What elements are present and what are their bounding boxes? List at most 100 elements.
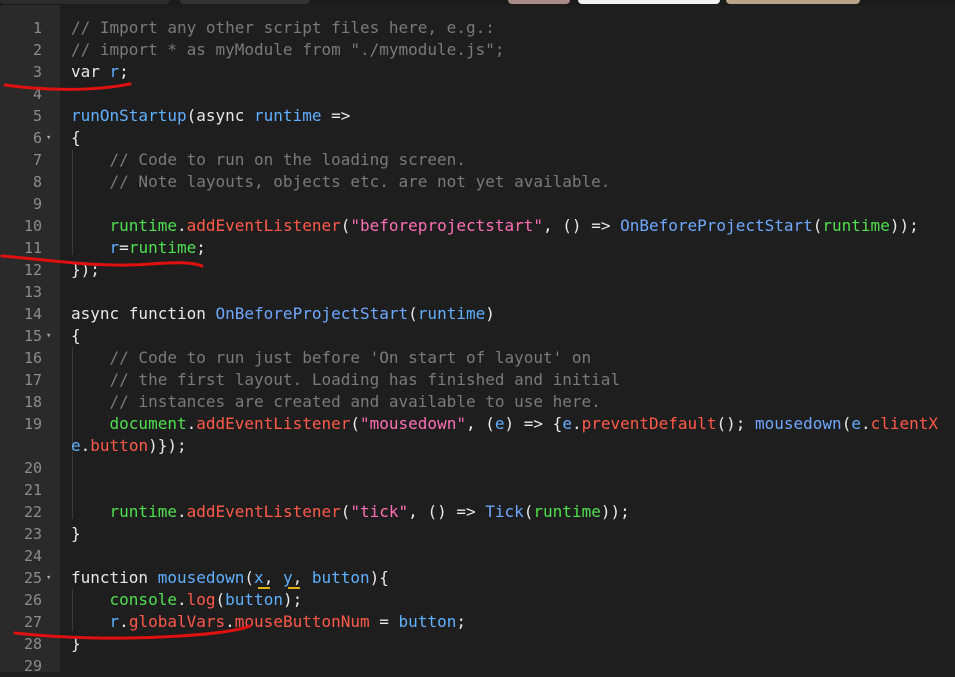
code-line-14[interactable]: async function OnBeforeProjectStart(runt…: [71, 303, 495, 325]
line-number: 1: [32, 19, 42, 37]
object: document: [109, 414, 187, 433]
line-number: 27: [23, 613, 42, 631]
code-line-12[interactable]: });: [71, 259, 100, 281]
line-number: 8: [32, 173, 42, 191]
code-line-16[interactable]: // Code to run just before 'On start of …: [71, 347, 592, 369]
punct: (: [340, 216, 351, 235]
tab-3[interactable]: [508, 0, 570, 4]
brace: {: [71, 326, 81, 345]
line-number: 29: [23, 657, 42, 675]
punct: ;: [119, 62, 129, 81]
code-line-28[interactable]: }: [71, 633, 81, 655]
object: runtime: [109, 502, 177, 521]
line-number: 18: [23, 393, 42, 411]
tab-2[interactable]: [180, 0, 310, 4]
code-line-5[interactable]: runOnStartup(async runtime =>: [71, 105, 350, 127]
tab-1[interactable]: [0, 0, 170, 4]
code-line-27[interactable]: r.globalVars.mouseButtonNum = button;: [71, 611, 466, 633]
punct: ));: [889, 216, 919, 235]
fold-toggle-icon[interactable]: ▾: [46, 127, 51, 149]
fold-toggle-icon[interactable]: ▾: [46, 567, 51, 589]
code-line-8[interactable]: // Note layouts, objects etc. are not ye…: [71, 171, 611, 193]
string: "beforeprojectstart": [350, 216, 544, 235]
punct: , () =>: [408, 502, 486, 521]
comment: // Import any other script files here, e…: [71, 18, 495, 37]
line-number: 2: [32, 41, 42, 59]
line-number: 14: [23, 305, 42, 323]
code-line-18[interactable]: // instances are created and available t…: [71, 391, 601, 413]
punct: (: [523, 502, 534, 521]
punct: ,: [292, 568, 312, 587]
punct: (: [408, 304, 418, 323]
line-number: 3: [32, 63, 42, 81]
code-line-15[interactable]: {: [71, 325, 81, 347]
fold-toggle-icon[interactable]: ▾: [46, 325, 51, 347]
punct: );: [282, 590, 303, 609]
punct: .: [80, 436, 91, 455]
punct: .: [119, 612, 129, 631]
code-line-19[interactable]: document.addEventListener("mousedown", (…: [71, 413, 939, 435]
function-call: mousedown: [754, 414, 842, 433]
punct: (: [340, 502, 351, 521]
code-line-10[interactable]: runtime.addEventListener("beforeprojects…: [71, 215, 919, 237]
punct: ): [485, 304, 495, 323]
variable: e: [562, 414, 572, 433]
code-line-26[interactable]: console.log(button);: [71, 589, 303, 611]
string: "mousedown": [360, 414, 466, 433]
code-line-3[interactable]: var r;: [71, 61, 129, 83]
line-number: 15: [23, 327, 42, 345]
punct: .: [860, 414, 871, 433]
code-line-23[interactable]: }: [71, 523, 81, 545]
brace: }: [71, 524, 81, 543]
code-line-2[interactable]: // import * as myModule from "./mymodule…: [71, 39, 504, 61]
line-number: 10: [23, 217, 42, 235]
punct: ;: [456, 612, 466, 631]
line-number: 9: [32, 195, 42, 213]
punct: ) => {: [504, 414, 563, 433]
line-number: 13: [23, 283, 42, 301]
method: addEventListener: [186, 216, 341, 235]
brace: {: [71, 128, 81, 147]
punct: ));: [600, 502, 630, 521]
punct: .: [176, 216, 187, 235]
punct: ;: [196, 238, 206, 257]
line-number: 22: [23, 503, 42, 521]
code-line-19-wrap[interactable]: e.button)});: [71, 435, 187, 457]
param: e: [494, 414, 505, 433]
variable: e: [71, 436, 81, 455]
line-number: 26: [23, 591, 42, 609]
tab-active[interactable]: [578, 0, 720, 4]
brace: }: [71, 634, 81, 653]
argument: runtime: [822, 216, 890, 235]
function-name: OnBeforeProjectStart: [215, 304, 409, 323]
code-line-22[interactable]: runtime.addEventListener("tick", () => T…: [71, 501, 630, 523]
line-number: 21: [23, 481, 42, 499]
argument: button: [225, 590, 283, 609]
function-call: Tick: [485, 502, 524, 521]
method: log: [186, 590, 216, 609]
punct: .: [176, 502, 187, 521]
keyword: var: [71, 62, 110, 81]
punct: (: [841, 414, 852, 433]
argument: runtime: [128, 238, 197, 257]
variable: r: [109, 238, 120, 257]
keyword: async function: [71, 304, 216, 323]
code-line-25[interactable]: function mousedown(x, y, button){: [71, 567, 389, 589]
function-name: mousedown: [157, 568, 245, 587]
comment: // Code to run on the loading screen.: [109, 150, 466, 169]
tab-5[interactable]: [726, 0, 860, 4]
code-line-1[interactable]: // Import any other script files here, e…: [71, 17, 495, 39]
code-line-17[interactable]: // the first layout. Loading has finishe…: [71, 369, 621, 391]
code-line-7[interactable]: // Code to run on the loading screen.: [71, 149, 466, 171]
punct: .: [186, 414, 197, 433]
line-number: 16: [23, 349, 42, 367]
line-number: 6: [32, 129, 42, 147]
punct: (: [350, 414, 360, 433]
code-line-11[interactable]: r=runtime;: [71, 237, 206, 259]
punct: (: [215, 590, 226, 609]
method: addEventListener: [186, 502, 341, 521]
line-number: 20: [23, 459, 42, 477]
line-number: 17: [23, 371, 42, 389]
code-line-6[interactable]: {: [71, 127, 81, 149]
keyword: function: [71, 568, 158, 587]
